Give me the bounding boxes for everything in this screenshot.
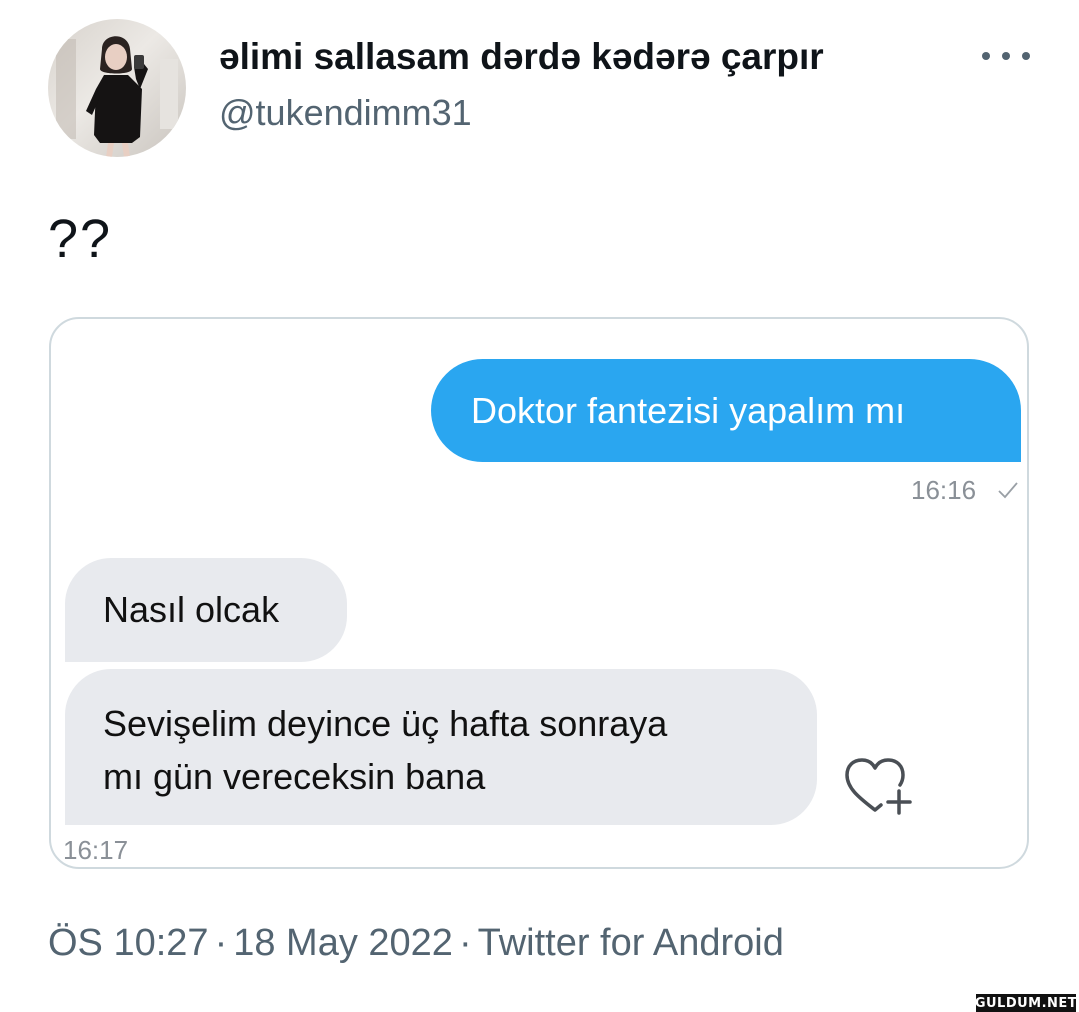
separator: · bbox=[458, 922, 472, 964]
previous-tweet-cutoff bbox=[50, 0, 570, 6]
heart-add-reaction-icon[interactable] bbox=[841, 755, 917, 819]
author-display-name[interactable]: əlimi sallasam dərdə kədərə çarpır bbox=[219, 36, 824, 78]
tweet-date[interactable]: 18 May 2022 bbox=[233, 922, 453, 964]
more-options-icon[interactable] bbox=[982, 38, 1030, 74]
incoming-message-bubble: Sevişelim deyince üç hafta sonraya mı gü… bbox=[65, 669, 817, 825]
separator: · bbox=[214, 922, 228, 964]
avatar[interactable] bbox=[48, 19, 186, 157]
outgoing-message-bubble: Doktor fantezisi yapalım mı bbox=[431, 359, 1021, 462]
incoming-message-bubble: Nasıl olcak bbox=[65, 558, 347, 662]
tweet-text: ?? bbox=[48, 209, 113, 269]
dot bbox=[1002, 52, 1010, 60]
tweet-time[interactable]: ÖS 10:27 bbox=[48, 922, 209, 964]
message-text: Nasıl olcak bbox=[103, 589, 280, 630]
dot bbox=[1022, 52, 1030, 60]
message-text-line: mı gün vereceksin bana bbox=[103, 756, 486, 797]
profile-photo-icon bbox=[56, 36, 178, 157]
message-time: 16:17 bbox=[63, 835, 129, 865]
message-text-line: Sevişelim deyince üç hafta sonraya bbox=[103, 703, 668, 744]
sent-check-icon bbox=[998, 482, 1018, 499]
author-handle[interactable]: @tukendimm31 bbox=[219, 92, 472, 134]
dot bbox=[982, 52, 990, 60]
message-text: Doktor fantezisi yapalım mı bbox=[471, 389, 906, 431]
tweet-source: Twitter for Android bbox=[477, 922, 784, 964]
message-time: 16:16 bbox=[911, 475, 977, 505]
tweet-media-image[interactable]: Doktor fantezisi yapalım mı 16:16 Nasıl … bbox=[49, 317, 1029, 869]
watermark-logo: GULDUM.NET bbox=[974, 994, 1078, 1012]
tweet-metadata: ÖS 10:27 · 18 May 2022 · Twitter for Android bbox=[48, 922, 784, 965]
